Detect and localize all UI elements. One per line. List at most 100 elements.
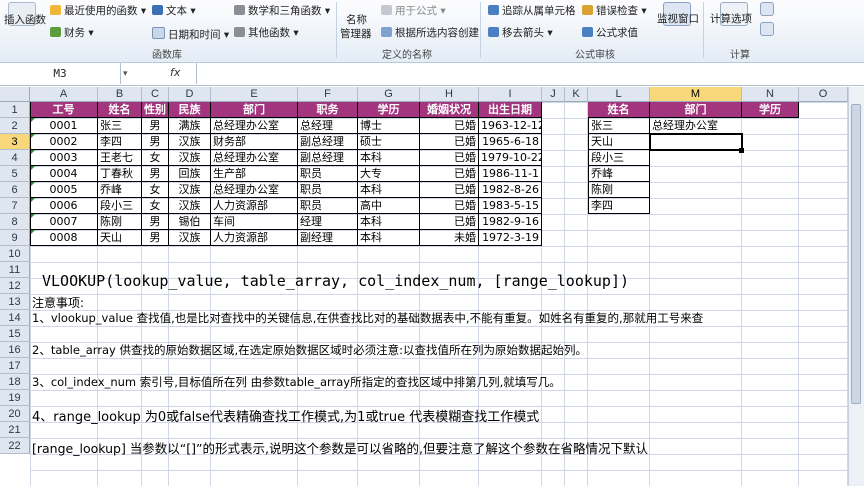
insert-function-button[interactable]: 插入函数	[4, 14, 46, 26]
table-cell[interactable]: 已婚	[420, 118, 479, 134]
table-cell[interactable]: 锡伯	[169, 214, 211, 230]
column-header-C[interactable]: C	[142, 87, 169, 102]
table-cell[interactable]: 0004	[30, 166, 98, 182]
table-cell[interactable]: 女	[142, 150, 169, 166]
row-header-3[interactable]: 3	[0, 134, 30, 150]
table-header-cell[interactable]: 职务	[298, 102, 358, 118]
table-cell[interactable]: 人力资源部	[211, 198, 298, 214]
column-header-K[interactable]: K	[565, 87, 588, 102]
table-cell[interactable]: 本科	[358, 230, 420, 246]
table-header-cell[interactable]: 姓名	[98, 102, 142, 118]
scrollbar-thumb[interactable]	[851, 104, 861, 404]
trace-dependents-button[interactable]: 追踪从属单元格	[488, 5, 576, 17]
table-header-cell[interactable]: 部门	[211, 102, 298, 118]
table-header-cell[interactable]: 民族	[169, 102, 211, 118]
column-header-M[interactable]: M	[650, 87, 742, 102]
row-header-13[interactable]: 13	[0, 294, 30, 310]
table-cell[interactable]: 李四	[98, 134, 142, 150]
name-manager-button[interactable]: 管理器	[340, 28, 372, 40]
row-header-19[interactable]: 19	[0, 390, 30, 406]
other-functions-button[interactable]: 其他函数 ▾	[234, 27, 299, 39]
column-header-F[interactable]: F	[298, 87, 358, 102]
table-cell[interactable]: 男	[142, 166, 169, 182]
table-cell[interactable]: 本科	[358, 150, 420, 166]
table-cell[interactable]: 1986-11-1	[479, 166, 542, 182]
table-cell[interactable]: 汉族	[169, 230, 211, 246]
table-cell[interactable]: 副经理	[298, 230, 358, 246]
name-box-dropdown-icon[interactable]: ▾	[123, 69, 128, 79]
watch-window-button[interactable]: 监视窗口	[657, 13, 699, 25]
table-header-cell[interactable]: 婚姻状况	[420, 102, 479, 118]
table-cell[interactable]: 本科	[358, 182, 420, 198]
row-header-11[interactable]: 11	[0, 262, 30, 278]
row-header-6[interactable]: 6	[0, 182, 30, 198]
row-header-8[interactable]: 8	[0, 214, 30, 230]
lookup-header-cell[interactable]: 学历	[742, 102, 799, 118]
table-cell[interactable]: 已婚	[420, 166, 479, 182]
table-cell[interactable]: 1963-12-12	[479, 118, 542, 134]
fill-handle[interactable]	[739, 148, 744, 153]
table-cell[interactable]: 已婚	[420, 150, 479, 166]
active-cell-cursor[interactable]	[649, 133, 743, 151]
column-header-L[interactable]: L	[588, 87, 650, 102]
table-cell[interactable]: 女	[142, 182, 169, 198]
table-cell[interactable]: 车间	[211, 214, 298, 230]
name-box[interactable]: M3	[0, 63, 121, 84]
datetime-button[interactable]: 日期和时间 ▾	[152, 27, 229, 41]
row-header-9[interactable]: 9	[0, 230, 30, 246]
table-cell[interactable]: 1983-5-15	[479, 198, 542, 214]
table-cell[interactable]: 财务部	[211, 134, 298, 150]
table-cell[interactable]: 1965-6-18	[479, 134, 542, 150]
financial-button[interactable]: 财务 ▾	[50, 27, 94, 39]
table-cell[interactable]: 汉族	[169, 182, 211, 198]
math-button[interactable]: 数学和三角函数 ▾	[234, 5, 330, 17]
column-header-I[interactable]: I	[479, 87, 542, 102]
select-all-corner[interactable]	[0, 87, 30, 102]
column-header-G[interactable]: G	[358, 87, 420, 102]
formula-input[interactable]	[196, 63, 849, 84]
calc-sheet-icon[interactable]	[760, 22, 774, 36]
row-header-22[interactable]: 22	[0, 438, 30, 454]
table-cell[interactable]: 硕士	[358, 134, 420, 150]
table-cell[interactable]: 段小三	[98, 198, 142, 214]
table-cell[interactable]: 已婚	[420, 198, 479, 214]
table-header-cell[interactable]: 工号	[30, 102, 98, 118]
use-in-formula-button[interactable]: 用于公式 ▾	[381, 5, 446, 17]
table-cell[interactable]: 总经理办公室	[211, 118, 298, 134]
table-cell[interactable]: 经理	[298, 214, 358, 230]
table-cell[interactable]: 博士	[358, 118, 420, 134]
table-cell[interactable]: 本科	[358, 214, 420, 230]
table-cell[interactable]: 大专	[358, 166, 420, 182]
fx-icon[interactable]: fx	[170, 66, 180, 79]
table-cell[interactable]: 女	[142, 198, 169, 214]
row-header-14[interactable]: 14	[0, 310, 30, 326]
table-cell[interactable]: 生产部	[211, 166, 298, 182]
table-cell[interactable]: 已婚	[420, 182, 479, 198]
table-cell[interactable]: 0005	[30, 182, 98, 198]
lookup-name-cell[interactable]: 陈刚	[588, 182, 650, 198]
table-cell[interactable]: 男	[142, 214, 169, 230]
table-cell[interactable]: 丁春秋	[98, 166, 142, 182]
table-cell[interactable]: 张三	[98, 118, 142, 134]
table-cell[interactable]: 回族	[169, 166, 211, 182]
column-header-B[interactable]: B	[98, 87, 142, 102]
table-cell[interactable]: 职员	[298, 198, 358, 214]
table-cell[interactable]: 1982-9-16	[479, 214, 542, 230]
lookup-dept-cell[interactable]: 总经理办公室	[650, 118, 762, 134]
lookup-name-cell[interactable]: 张三	[588, 118, 650, 134]
table-cell[interactable]: 职员	[298, 182, 358, 198]
table-cell[interactable]: 总经理办公室	[211, 150, 298, 166]
table-cell[interactable]: 男	[142, 118, 169, 134]
table-cell[interactable]: 王老七	[98, 150, 142, 166]
table-cell[interactable]: 男	[142, 134, 169, 150]
row-header-16[interactable]: 16	[0, 342, 30, 358]
table-header-cell[interactable]: 出生日期	[479, 102, 542, 118]
table-cell[interactable]: 0008	[30, 230, 98, 246]
table-header-cell[interactable]: 学历	[358, 102, 420, 118]
table-cell[interactable]: 未婚	[420, 230, 479, 246]
row-header-17[interactable]: 17	[0, 358, 30, 374]
lookup-name-cell[interactable]: 乔峰	[588, 166, 650, 182]
row-header-18[interactable]: 18	[0, 374, 30, 390]
column-header-O[interactable]: O	[799, 87, 848, 102]
table-cell[interactable]: 1972-3-19	[479, 230, 542, 246]
